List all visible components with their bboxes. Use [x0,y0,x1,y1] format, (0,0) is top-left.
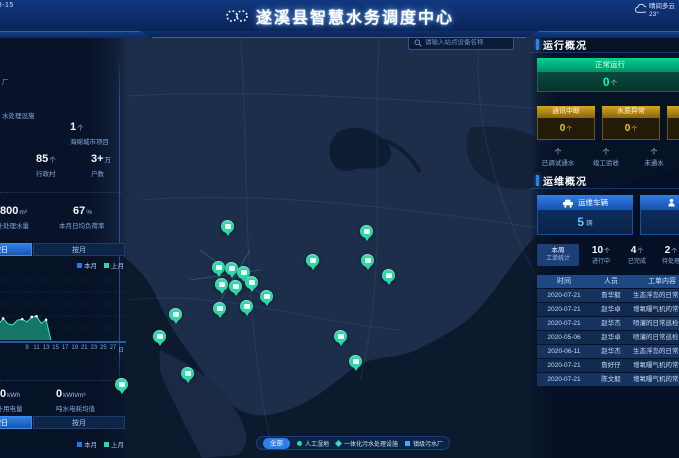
filter-integrated-facility[interactable]: 一体化污水处理设施 [336,439,398,448]
page-title: 遂溪县智慧水务调度中心 [256,4,454,28]
filter-all[interactable]: 全部 [263,438,290,449]
map-pin[interactable] [360,225,373,238]
map-pin[interactable] [260,290,273,303]
app-logo-icon [225,8,249,24]
map-pin[interactable] [181,367,194,380]
map-pin[interactable] [221,220,234,233]
map-pin[interactable] [229,280,242,293]
map-pin[interactable] [115,378,128,391]
map-pin[interactable] [215,278,228,291]
weather-widget: 晴间多云 23° [634,3,675,19]
map-pin[interactable] [349,355,362,368]
facility-icon [335,439,342,446]
weather-condition: 晴间多云 [649,3,675,11]
filter-town-plant[interactable]: 镇级污水厂 [405,439,443,448]
map-pin[interactable] [169,308,182,321]
search-input[interactable] [425,39,508,46]
map-pin[interactable] [240,300,253,313]
map-pins [0,0,679,458]
weather-temperature: 23° [649,11,675,19]
map-filter-bar: 全部 人工湿地 一体化污水处理设施 镇级污水厂 [256,436,450,450]
map-pin[interactable] [334,330,347,343]
map-pin[interactable] [382,269,395,282]
filter-wetland[interactable]: 人工湿地 [297,439,329,448]
dashboard: 2020-08-15 遂溪县智慧水务调度中心 晴间多云 23° [0,0,679,458]
map-pin[interactable] [153,330,166,343]
plant-icon [405,441,410,446]
header-bar: 2020-08-15 遂溪县智慧水务调度中心 晴间多云 23° [0,0,679,32]
map-pin[interactable] [213,302,226,315]
header-trapezoid [140,31,540,38]
search-icon [414,39,422,47]
map-pin[interactable] [245,276,258,289]
map-pin[interactable] [212,261,225,274]
wetland-icon [297,441,302,446]
cloud-icon [634,3,646,14]
map-pin[interactable] [306,254,319,267]
map-pin[interactable] [361,254,374,267]
